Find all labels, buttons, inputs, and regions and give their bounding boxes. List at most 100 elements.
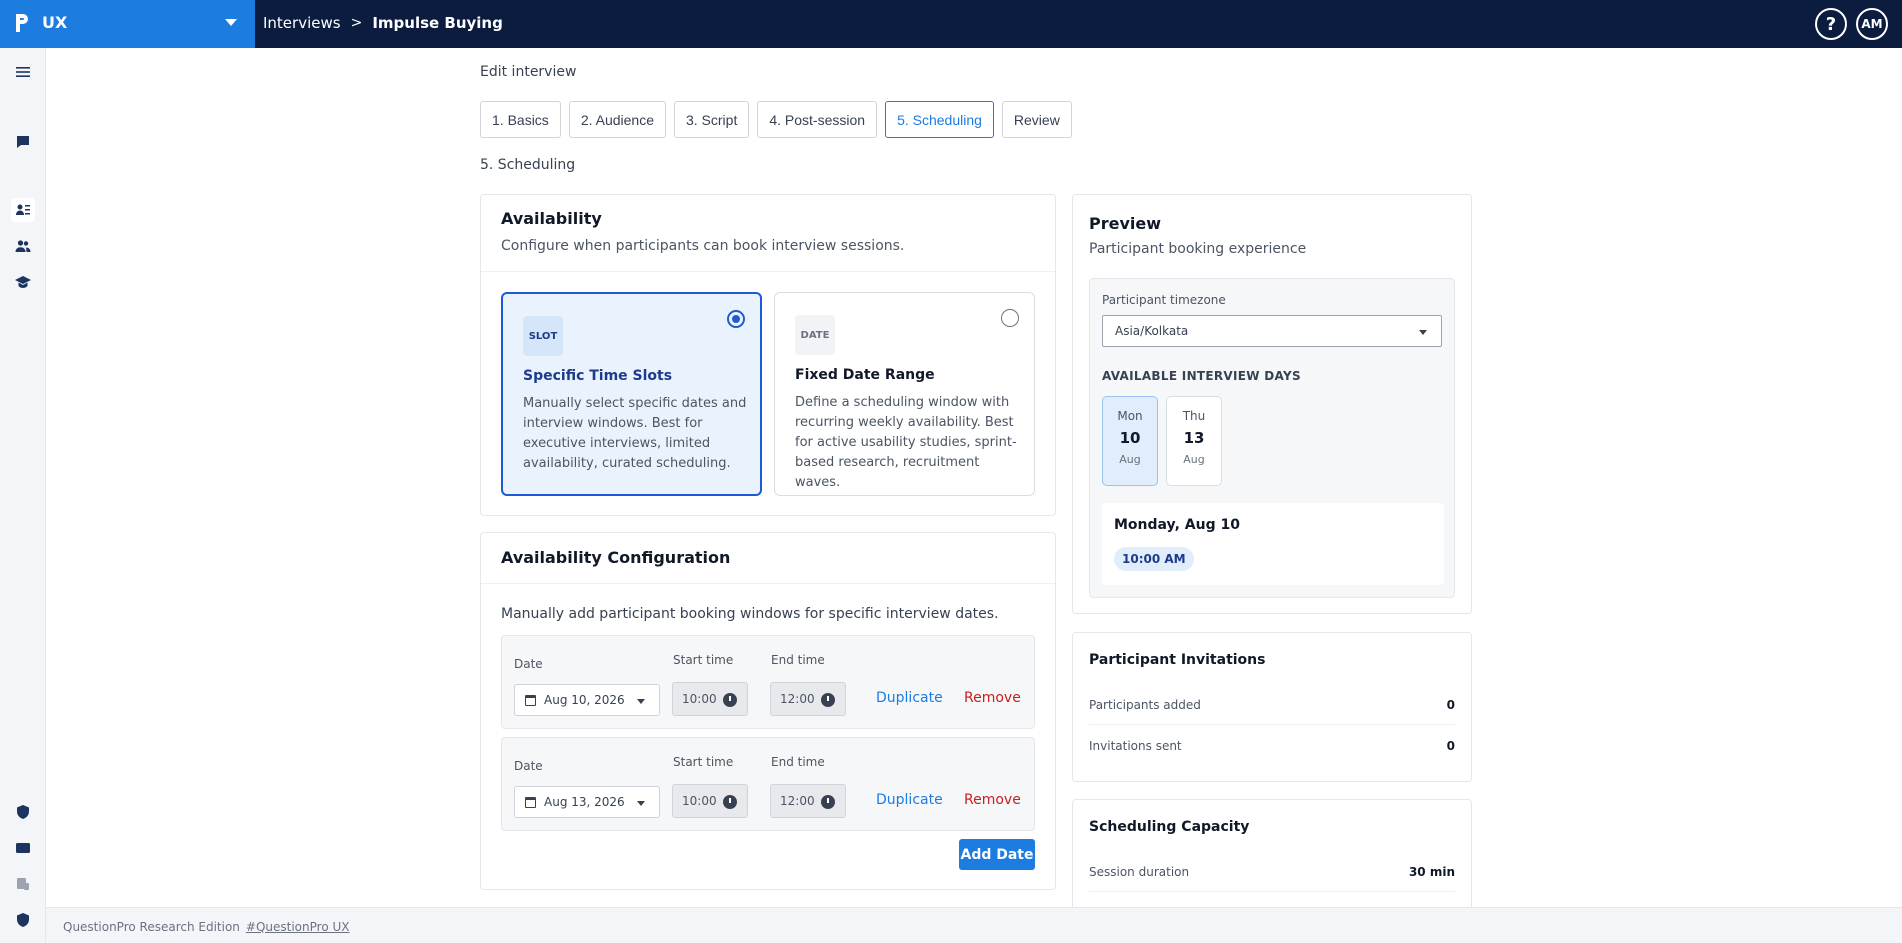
footer-link[interactable]: #QuestionPro UX bbox=[246, 920, 350, 934]
tab-review[interactable]: Review bbox=[1001, 101, 1072, 138]
tab-script[interactable]: 3. Script bbox=[673, 101, 750, 138]
day-number: 10 bbox=[1119, 429, 1141, 447]
end-time-input[interactable]: 12:00 bbox=[770, 682, 846, 716]
date-label: Date bbox=[514, 657, 543, 671]
step-tabs: 1. Basics 2. Audience 3. Script 4. Post-… bbox=[480, 101, 1072, 138]
option-fixed-date-range[interactable]: DATE Fixed Date Range Define a schedulin… bbox=[774, 292, 1035, 496]
availability-card: Availability Configure when participants… bbox=[480, 194, 1056, 516]
avatar[interactable]: AM bbox=[1856, 8, 1888, 40]
timezone-label: Participant timezone bbox=[1102, 293, 1226, 307]
security-icon[interactable] bbox=[11, 908, 35, 932]
preview-title: Preview bbox=[1089, 214, 1162, 233]
calendar-icon bbox=[525, 694, 536, 706]
video-icon[interactable] bbox=[11, 836, 35, 860]
timezone-select[interactable]: Asia/Kolkata bbox=[1102, 315, 1442, 347]
end-time-label: End time bbox=[771, 755, 825, 769]
config-intro: Manually add participant booking windows… bbox=[501, 606, 999, 622]
section-label: 5. Scheduling bbox=[480, 157, 576, 173]
capacity-title: Scheduling Capacity bbox=[1089, 819, 1250, 835]
menu-icon[interactable] bbox=[11, 60, 35, 84]
option-description: Define a scheduling window with recurrin… bbox=[795, 395, 1017, 490]
questionpro-logo-icon bbox=[16, 14, 28, 32]
app-switcher[interactable]: UX bbox=[0, 0, 255, 48]
breadcrumb-current: Impulse Buying bbox=[372, 14, 503, 32]
start-time-value: 10:00 bbox=[682, 794, 717, 808]
device-icon[interactable] bbox=[11, 872, 35, 896]
config-title: Availability Configuration bbox=[501, 548, 731, 567]
remove-button[interactable]: Remove bbox=[964, 792, 1021, 808]
stat-participants-added: Participants added 0 bbox=[1089, 685, 1455, 725]
chevron-down-icon[interactable] bbox=[225, 19, 237, 26]
timezone-value: Asia/Kolkata bbox=[1115, 324, 1189, 338]
scheduling-capacity-card: Scheduling Capacity Session duration 30 … bbox=[1072, 799, 1472, 907]
availability-title: Availability bbox=[501, 209, 602, 228]
tab-scheduling[interactable]: 5. Scheduling bbox=[885, 101, 994, 138]
start-time-label: Start time bbox=[673, 653, 734, 667]
day-weekday: Thu bbox=[1182, 409, 1206, 423]
duplicate-button[interactable]: Duplicate bbox=[876, 690, 943, 706]
stat-value: 30 min bbox=[1408, 864, 1455, 879]
start-time-label: Start time bbox=[673, 755, 734, 769]
available-days-label: AVAILABLE INTERVIEW DAYS bbox=[1102, 369, 1301, 383]
stat-label: Invitations sent bbox=[1089, 739, 1182, 753]
stat-label: Participants added bbox=[1089, 697, 1201, 712]
start-time-input[interactable]: 10:00 bbox=[672, 682, 748, 716]
start-time-input[interactable]: 10:00 bbox=[672, 784, 748, 818]
chat-icon[interactable] bbox=[11, 130, 35, 154]
participant-invitations-card: Participant Invitations Participants add… bbox=[1072, 632, 1472, 782]
clock-icon bbox=[723, 795, 737, 809]
graduation-cap-icon[interactable] bbox=[11, 270, 35, 294]
radio-specific-time-slots[interactable] bbox=[727, 310, 745, 328]
day-number: 13 bbox=[1183, 429, 1205, 447]
day-card-mon[interactable]: Mon 10 Aug bbox=[1102, 396, 1158, 486]
stat-value: 0 bbox=[1446, 739, 1455, 753]
tab-post-session[interactable]: 4. Post-session bbox=[757, 101, 878, 138]
duplicate-button[interactable]: Duplicate bbox=[876, 792, 943, 808]
stat-session-duration: Session duration 30 min bbox=[1089, 852, 1455, 892]
day-month: Aug bbox=[1183, 453, 1205, 466]
preview-subtitle: Participant booking experience bbox=[1089, 241, 1307, 257]
option-title: Specific Time Slots bbox=[523, 368, 673, 384]
date-picker[interactable]: Aug 13, 2026 bbox=[514, 786, 660, 818]
clock-icon bbox=[821, 795, 835, 809]
day-weekday: Mon bbox=[1117, 409, 1143, 423]
option-title: Fixed Date Range bbox=[795, 367, 935, 383]
breadcrumb: Interviews > Impulse Buying bbox=[263, 14, 503, 32]
page-heading: Edit interview bbox=[480, 64, 577, 80]
chevron-down-icon bbox=[637, 801, 645, 806]
invitations-title: Participant Invitations bbox=[1089, 652, 1266, 668]
breadcrumb-interviews[interactable]: Interviews bbox=[263, 14, 341, 32]
help-icon[interactable]: ? bbox=[1815, 8, 1847, 40]
date-chip: DATE bbox=[795, 315, 835, 355]
chevron-down-icon bbox=[637, 699, 645, 704]
radio-fixed-date-range[interactable] bbox=[1001, 309, 1019, 327]
start-time-value: 10:00 bbox=[682, 692, 717, 706]
clock-icon bbox=[821, 693, 835, 707]
booking-preview: Participant timezone Asia/Kolkata AVAILA… bbox=[1089, 278, 1455, 598]
footer: QuestionPro Research Edition #QuestionPro… bbox=[46, 907, 1902, 943]
date-value: Aug 10, 2026 bbox=[544, 693, 625, 707]
add-date-button[interactable]: Add Date bbox=[959, 839, 1035, 870]
calendar-icon bbox=[525, 796, 536, 808]
time-slot-chip[interactable]: 10:00 AM bbox=[1114, 547, 1194, 571]
option-specific-time-slots[interactable]: SLOT Specific Time Slots Manually select… bbox=[501, 292, 762, 496]
end-time-input[interactable]: 12:00 bbox=[770, 784, 846, 818]
end-time-value: 12:00 bbox=[780, 692, 815, 706]
users-icon[interactable] bbox=[11, 234, 35, 258]
selected-day-label: Monday, Aug 10 bbox=[1114, 517, 1240, 533]
slot-row: Date Start time End time Aug 13, 2026 10… bbox=[501, 737, 1035, 831]
app-name: UX bbox=[42, 13, 68, 32]
interviews-icon[interactable] bbox=[11, 198, 35, 222]
date-label: Date bbox=[514, 759, 543, 773]
availability-subtitle: Configure when participants can book int… bbox=[501, 238, 905, 254]
tab-basics[interactable]: 1. Basics bbox=[480, 101, 561, 138]
tab-audience[interactable]: 2. Audience bbox=[568, 101, 666, 138]
stat-value: 0 bbox=[1446, 697, 1455, 712]
shield-icon[interactable] bbox=[11, 800, 35, 824]
remove-button[interactable]: Remove bbox=[964, 690, 1021, 706]
day-card-thu[interactable]: Thu 13 Aug bbox=[1166, 396, 1222, 486]
date-picker[interactable]: Aug 10, 2026 bbox=[514, 684, 660, 716]
top-bar: UX Interviews > Impulse Buying ? AM bbox=[0, 0, 1902, 48]
end-time-label: End time bbox=[771, 653, 825, 667]
clock-icon bbox=[723, 693, 737, 707]
